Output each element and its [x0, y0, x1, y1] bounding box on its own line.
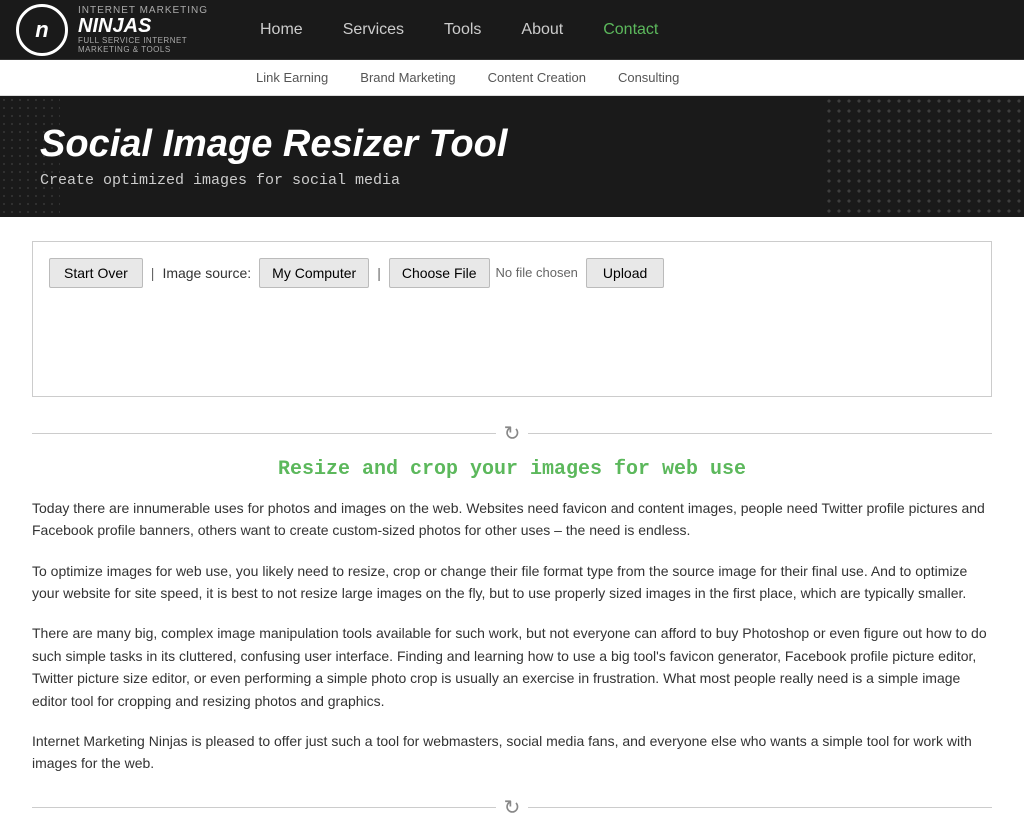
my-computer-button[interactable]: My Computer — [259, 258, 369, 288]
nav-services[interactable]: Services — [323, 0, 424, 59]
divider-line-right — [528, 433, 992, 434]
hero-banner: Social Image Resizer Tool Create optimiz… — [0, 96, 1024, 217]
logo-text: INTERNET MARKETING NINJAS FULL SERVICE I… — [78, 5, 240, 54]
divider-pipe-2: | — [377, 265, 381, 281]
paragraph-2: To optimize images for web use, you like… — [32, 560, 992, 605]
sub-nav-consulting[interactable]: Consulting — [602, 70, 695, 85]
hero-subtitle: Create optimized images for social media — [40, 172, 984, 189]
upload-button[interactable]: Upload — [586, 258, 664, 288]
tool-body — [49, 300, 975, 380]
hero-title: Social Image Resizer Tool — [40, 124, 984, 166]
top-section-divider: ↻ — [32, 421, 992, 446]
nav-about[interactable]: About — [501, 0, 583, 59]
sub-navigation: Link Earning Brand Marketing Content Cre… — [0, 60, 1024, 96]
paragraph-1: Today there are innumerable uses for pho… — [32, 497, 992, 542]
nav-home[interactable]: Home — [240, 0, 323, 59]
no-file-text: No file chosen — [496, 265, 578, 280]
logo[interactable]: n INTERNET MARKETING NINJAS FULL SERVICE… — [0, 4, 240, 56]
image-source-label: Image source: — [162, 265, 251, 281]
section-heading: Resize and crop your images for web use — [32, 458, 992, 481]
divider-line-left — [32, 433, 496, 434]
logo-circle-icon: n — [16, 4, 68, 56]
logo-line2: NINJAS — [78, 16, 240, 36]
sub-nav-link-earning[interactable]: Link Earning — [240, 70, 344, 85]
bottom-divider-line-right — [528, 807, 992, 808]
tool-controls: Start Over | Image source: My Computer |… — [49, 258, 975, 288]
nav-tools[interactable]: Tools — [424, 0, 501, 59]
divider-icon: ↻ — [504, 421, 521, 446]
choose-file-button[interactable]: Choose File — [389, 258, 490, 288]
nav-contact[interactable]: Contact — [583, 0, 678, 59]
divider-pipe-1: | — [151, 265, 155, 281]
logo-line3: FULL SERVICE INTERNET MARKETING & TOOLS — [78, 36, 240, 54]
main-nav: Home Services Tools About Contact — [240, 0, 1024, 59]
main-content: Start Over | Image source: My Computer |… — [12, 241, 1012, 820]
bottom-divider-icon: ↻ — [504, 795, 521, 820]
bottom-divider-line-left — [32, 807, 496, 808]
paragraph-3: There are many big, complex image manipu… — [32, 622, 992, 712]
top-navigation: n INTERNET MARKETING NINJAS FULL SERVICE… — [0, 0, 1024, 60]
file-input-wrapper: Choose File No file chosen — [389, 258, 578, 288]
start-over-button[interactable]: Start Over — [49, 258, 143, 288]
sub-nav-brand-marketing[interactable]: Brand Marketing — [344, 70, 471, 85]
tool-box: Start Over | Image source: My Computer |… — [32, 241, 992, 397]
sub-nav-content-creation[interactable]: Content Creation — [472, 70, 602, 85]
logo-symbol: n — [35, 17, 48, 43]
bottom-section-divider: ↻ — [32, 795, 992, 820]
